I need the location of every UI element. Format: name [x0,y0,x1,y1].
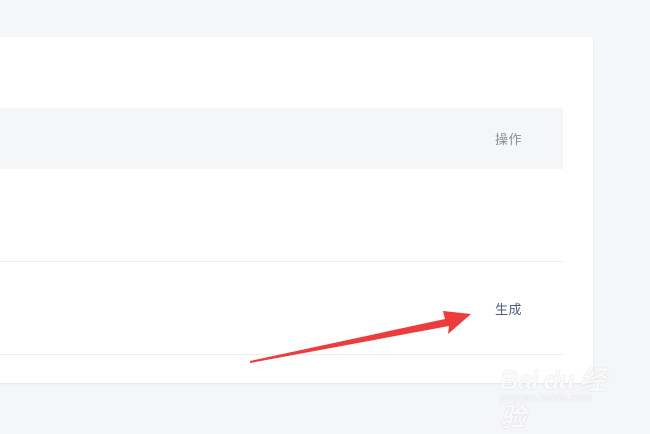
watermark-url: jingyan.baidu.com [500,393,593,404]
table-header: 操作 [0,108,563,169]
table-row: 生成 [0,262,563,355]
actions-column-header: 操作 [494,133,522,148]
watermark: Bai du 经验 jingyan.baidu.com [500,348,620,432]
table-row [0,169,563,262]
generate-link[interactable]: 生成 [495,299,522,318]
data-table: 操作 生成 [0,108,563,355]
content-panel: 操作 生成 [0,37,594,384]
